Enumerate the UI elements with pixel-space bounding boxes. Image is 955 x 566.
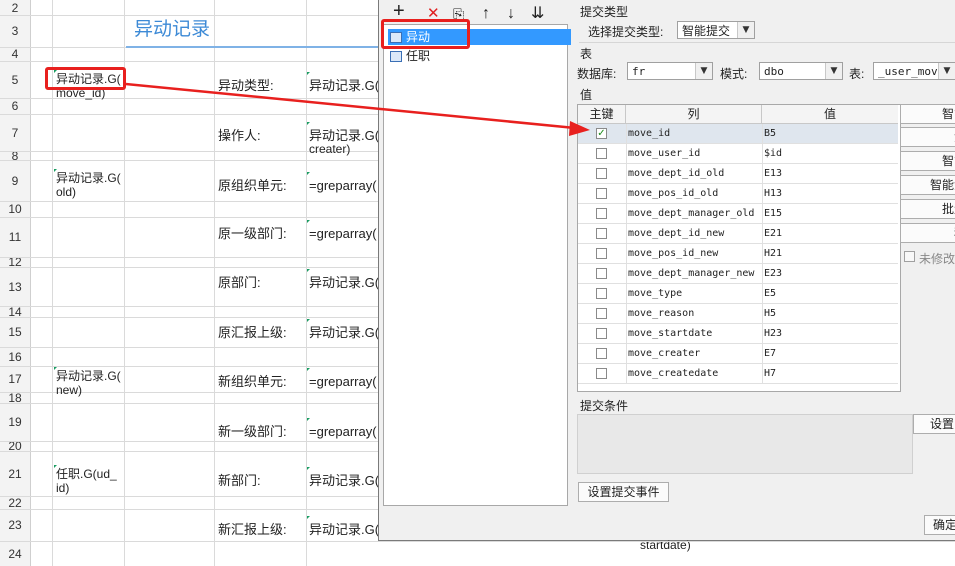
annotation-arrow bbox=[125, 82, 590, 136]
behind-dialog-text: startdate) bbox=[640, 538, 691, 552]
grid-behind-dialog bbox=[378, 541, 955, 542]
